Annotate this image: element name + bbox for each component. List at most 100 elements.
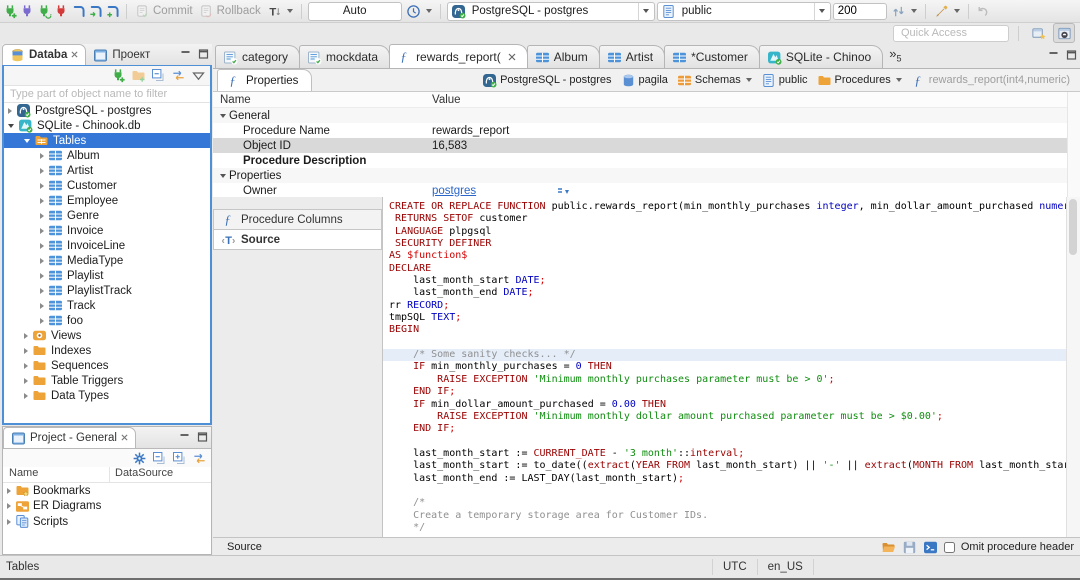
tree-item-playlist[interactable]: Playlist [4,268,210,283]
close-tab-icon[interactable] [508,53,516,61]
collapse-arrow-icon[interactable] [24,138,30,143]
status-locale[interactable]: en_US [758,559,814,575]
collapse-arrow-icon[interactable] [8,123,14,128]
maximize-panel-icon[interactable] [197,48,209,59]
property-row-procedure-description[interactable]: Procedure Description [213,153,1080,168]
breadcrumb-pagila[interactable]: pagila [621,73,668,88]
expand-arrow-icon[interactable] [40,242,44,249]
schema-caret[interactable] [813,2,830,20]
open-perspective-button[interactable] [1028,24,1048,42]
tab-project-general[interactable]: Project - General [3,427,136,448]
recent-sql-editor-icon[interactable] [88,4,103,19]
disconnect-icon[interactable] [54,4,69,19]
expand-arrow-icon[interactable] [40,167,44,174]
expand-all-icon[interactable] [172,451,187,466]
editor-tab-sqlite-chinoo[interactable]: SQLite - Chinoo [758,45,884,68]
dropdown-caret-icon[interactable] [895,78,902,82]
tree-item-postgresql-postgres[interactable]: PostgreSQL - postgres [4,103,210,118]
dbeaver-perspective-button[interactable] [1053,23,1075,43]
collapse-arrow-icon[interactable] [220,173,226,178]
tree-item-tables[interactable]: Tables [4,133,210,148]
tree-item-sequences[interactable]: Sequences [4,358,210,373]
expand-arrow-icon[interactable] [40,272,44,279]
link-with-editor-icon[interactable] [171,68,186,83]
property-row-object-id[interactable]: Object ID 16,583 [213,138,1080,153]
collapse-all-icon[interactable] [152,451,167,466]
sql-editor-icon[interactable] [71,4,86,19]
maximize-panel-icon[interactable] [196,431,208,442]
tree-item-customer[interactable]: Customer [4,178,210,193]
side-tab-procedure-columns[interactable]: ƒ Procedure Columns [213,209,382,230]
property-row-properties[interactable]: Properties [213,168,1080,183]
reconnect-icon[interactable] [37,4,52,19]
tab-overflow-button[interactable]: »5 [889,46,901,67]
expand-arrow-icon[interactable] [7,518,11,525]
commit-button[interactable]: Commit [133,1,195,21]
minimize-panel-icon[interactable] [178,431,190,442]
project-item-er-diagrams[interactable]: ER Diagrams [3,499,211,515]
tab-database-navigator[interactable]: Databa [2,44,87,65]
tab-properties[interactable]: ƒ Properties [217,69,313,91]
editor-tab-album[interactable]: Album [526,45,600,68]
load-from-file-icon[interactable] [881,540,896,555]
side-tab-source[interactable]: ‹ T › Source [213,229,382,250]
expand-arrow-icon[interactable] [24,377,28,384]
editor-tab-category[interactable]: category [215,45,301,68]
editor-toolbar-handle-icon[interactable] [556,187,570,197]
source-code-viewer[interactable]: CREATE OR REPLACE FUNCTION public.reward… [383,197,1080,538]
view-menu-icon[interactable] [191,68,206,83]
expand-arrow-icon[interactable] [24,347,28,354]
column-name[interactable]: Name [3,467,115,482]
expand-arrow-icon[interactable] [40,257,44,264]
object-filter-input[interactable] [4,86,210,103]
expand-arrow-icon[interactable] [40,152,44,159]
save-to-file-icon[interactable] [902,540,917,555]
expand-arrow-icon[interactable] [24,392,28,399]
connect-icon[interactable] [20,4,35,19]
link-with-editor-icon[interactable] [192,451,207,466]
property-row-procedure-name[interactable]: Procedure Name rewards_report [213,123,1080,138]
tree-item-foo[interactable]: foo [4,313,210,328]
project-item-scripts[interactable]: Scripts [3,514,211,530]
tree-item-employee[interactable]: Employee [4,193,210,208]
gear-icon[interactable] [132,451,147,466]
paint-button[interactable] [932,1,962,21]
minimize-editor-icon[interactable] [1047,49,1059,60]
tab-projects[interactable]: Проект [86,45,157,65]
tree-item-data-types[interactable]: Data Types [4,388,210,403]
new-folder-icon[interactable] [131,68,146,83]
tx-history-button[interactable] [404,1,434,21]
editor-tab-customer[interactable]: *Customer [664,45,760,68]
expand-arrow-icon[interactable] [40,317,44,324]
new-connection-icon[interactable] [111,68,126,83]
tree-item-table-triggers[interactable]: Table Triggers [4,373,210,388]
collapse-arrow-icon[interactable] [220,113,226,118]
breadcrumb-public[interactable]: public [761,73,808,88]
new-connection-icon[interactable] [3,4,18,19]
tree-item-sqlite-chinook-db[interactable]: SQLite - Chinook.db [4,118,210,133]
tree-item-artist[interactable]: Artist [4,163,210,178]
status-timezone[interactable]: UTC [712,559,758,575]
minimize-panel-icon[interactable] [179,48,191,59]
expand-arrow-icon[interactable] [40,227,44,234]
tree-item-indexes[interactable]: Indexes [4,343,210,358]
tree-item-album[interactable]: Album [4,148,210,163]
breadcrumb-postgresql-postgres[interactable]: PostgreSQL - postgres [482,73,612,88]
editor-tab-mockdata[interactable]: mockdata [299,45,391,68]
expand-arrow-icon[interactable] [40,197,44,204]
column-divider[interactable] [109,467,110,482]
property-value[interactable]: postgres [428,185,1080,197]
connection-caret[interactable] [637,2,654,20]
close-tab-icon[interactable] [71,49,78,61]
tree-item-playlisttrack[interactable]: PlaylistTrack [4,283,210,298]
column-name[interactable]: Name [213,94,428,106]
expand-arrow-icon[interactable] [40,182,44,189]
close-tab-icon[interactable] [121,432,128,444]
tree-item-invoiceline[interactable]: InvoiceLine [4,238,210,253]
tx-mode-combo[interactable]: Auto [307,1,402,21]
tree-item-views[interactable]: Views [4,328,210,343]
tree-item-mediatype[interactable]: MediaType [4,253,210,268]
tree-item-invoice[interactable]: Invoice [4,223,210,238]
collapse-all-icon[interactable] [151,68,166,83]
breadcrumb-rewards-report-int4-numeric[interactable]: ƒ rewards_report(int4,numeric) [911,73,1070,88]
